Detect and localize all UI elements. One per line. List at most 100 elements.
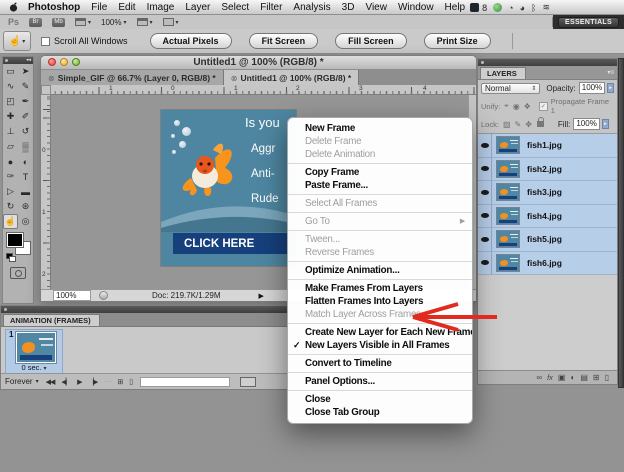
zoom-level-control[interactable]: 100%▾ [101,18,126,27]
apple-menu-icon[interactable] [9,2,18,12]
menu-item-paste-frame[interactable]: Paste Frame... [288,179,472,192]
close-tab-icon[interactable]: ⊗ [48,74,55,83]
menu-item-close-tab-group[interactable]: Close Tab Group [288,406,472,419]
menu-item-optimize-animation[interactable]: Optimize Animation... [288,264,472,277]
type-tool[interactable]: T [18,169,33,184]
workspace-essentials-button[interactable]: ESSENTIALS [558,17,619,28]
menu-image[interactable]: Image [147,2,175,13]
link-layers-icon[interactable]: ∞ [536,373,542,382]
launch-bridge-button[interactable]: Br [29,18,42,27]
sync-status-icon[interactable] [493,3,502,12]
wifi-icon[interactable]: ≋ [542,2,550,13]
visibility-toggle[interactable] [478,205,492,228]
adjustment-layer-icon[interactable]: ◐ [570,373,575,382]
panel-menu-icon[interactable]: ▾≡ [607,69,614,76]
menu-help[interactable]: Help [445,2,466,13]
foreground-color-swatch[interactable] [7,233,23,247]
lock-pixels-icon[interactable]: ✎ [515,120,522,129]
panel-dock-strip[interactable] [618,58,624,388]
blend-mode-select[interactable]: Normal⇕ [481,83,540,94]
play-button[interactable]: ▶ [77,378,81,386]
menu-item-convert-to-timeline[interactable]: Convert to Timeline [288,357,472,370]
brush-tool[interactable]: ✐ [18,109,33,124]
frame-delay-control[interactable]: 0 sec. ▾ [6,363,62,372]
visibility-toggle[interactable] [478,134,492,157]
layer-group-icon[interactable]: ▤ [580,373,588,382]
next-frame-button[interactable]: ▕▶ [89,378,98,386]
rectangular-marquee-tool[interactable]: ▭ [3,64,18,79]
fill-field[interactable]: 100% [573,118,599,130]
status-flyout-icon[interactable]: ▶ [258,292,263,300]
menu-filter[interactable]: Filter [260,2,282,13]
layer-row-fish4-jpg[interactable]: fish4.jpg [478,205,617,229]
default-colors-icon-bg[interactable] [9,256,16,262]
menu-layer[interactable]: Layer [185,2,210,13]
crop-tool[interactable]: ◰ [3,94,18,109]
menu-window[interactable]: Window [398,2,434,13]
bluetooth-icon[interactable]: ᛒ [531,3,536,13]
healing-brush-tool[interactable]: ✚ [3,109,18,124]
blur-tool[interactable]: ● [3,154,18,169]
layer-mask-icon[interactable]: ▣ [558,373,566,382]
animation-frame-1[interactable]: 1 0 sec. ▾ [5,329,63,374]
print-size-button[interactable]: Print Size [424,33,491,49]
menu-photoshop[interactable]: Photoshop [28,2,80,13]
previous-frame-button[interactable]: ◀▏ [61,378,70,386]
lock-all-icon[interactable] [537,121,544,127]
current-tool-preset[interactable]: ☝▾ [3,31,31,51]
animation-panel-header[interactable] [1,306,287,313]
actual-pixels-button[interactable]: Actual Pixels [150,33,232,49]
gradient-tool[interactable]: ▒ [18,139,33,154]
launch-mini-bridge-button[interactable]: Mb [52,18,65,27]
menu-item-panel-options[interactable]: Panel Options... [288,375,472,388]
menu-item-flatten-frames-into-layers[interactable]: Flatten Frames Into Layers [288,295,472,308]
frame-thumbnail[interactable] [16,332,56,363]
layers-panel-header[interactable] [478,59,617,66]
tab-layers[interactable]: LAYERS [480,67,526,79]
quick-selection-tool[interactable]: ✎ [18,79,33,94]
opacity-dropdown-icon[interactable]: ▸ [607,83,614,93]
lock-position-icon[interactable]: ✥ [525,120,532,129]
loop-count-dropdown[interactable]: Forever▾ [5,377,39,386]
close-tab-icon[interactable]: ⊗ [231,74,238,83]
minimize-window-button[interactable] [60,58,68,66]
rotate-3d-tool[interactable]: ↻ [3,199,18,214]
layer-row-fish1-jpg[interactable]: fish1.jpg [478,134,617,158]
document-tab-untitled1[interactable]: ⊗Untitled1 @ 100% (RGB/8) * [224,70,360,86]
lasso-tool[interactable]: ∿ [3,79,18,94]
menu-analysis[interactable]: Analysis [293,2,330,13]
menu-edit[interactable]: Edit [118,2,135,13]
eraser-tool[interactable]: ▱ [3,139,18,154]
menu-select[interactable]: Select [221,2,249,13]
visibility-toggle[interactable] [478,252,492,275]
view-extras-button[interactable]: ▾ [75,18,91,26]
tools-panel-header[interactable]: ◂◂ [3,57,33,64]
menu-item-close[interactable]: Close [288,393,472,406]
close-window-button[interactable] [48,58,56,66]
delete-layer-icon[interactable]: ▯ [605,373,609,382]
convert-to-timeline-button[interactable] [240,377,256,387]
layer-row-fish2-jpg[interactable]: fish2.jpg [478,158,617,182]
menu-item-new-layers-visible-in-all-frames[interactable]: New Layers Visible in All Frames✓ [288,339,472,352]
menu-item-new-frame[interactable]: New Frame [288,122,472,135]
menu-3d[interactable]: 3D [342,2,355,13]
visibility-toggle[interactable] [478,158,492,181]
dodge-tool[interactable]: ◐ [18,154,33,169]
visibility-toggle[interactable] [478,228,492,251]
menu-item-create-new-layer-for-each-new-frame[interactable]: Create New Layer for Each New Frame [288,326,472,339]
zoom-tool[interactable]: ◎ [18,214,33,229]
tab-animation-frames[interactable]: ANIMATION (FRAMES) [3,314,100,326]
path-selection-tool[interactable]: ▷ [3,184,18,199]
eyedropper-tool[interactable]: ✒ [18,94,33,109]
fill-screen-button[interactable]: Fill Screen [335,33,407,49]
menu-file[interactable]: File [91,2,107,13]
unify-style-icon[interactable]: ❖ [524,102,531,111]
unify-visibility-icon[interactable]: ◉ [513,102,520,111]
shape-tool[interactable]: ▬ [18,184,33,199]
hand-tool[interactable]: ☝ [3,214,18,229]
menu-item-make-frames-from-layers[interactable]: Make Frames From Layers [288,282,472,295]
fit-screen-button[interactable]: Fit Screen [249,33,319,49]
delete-frame-button[interactable]: ▯ [129,378,132,386]
history-brush-tool[interactable]: ↺ [18,124,33,139]
zoom-window-button[interactable] [72,58,80,66]
